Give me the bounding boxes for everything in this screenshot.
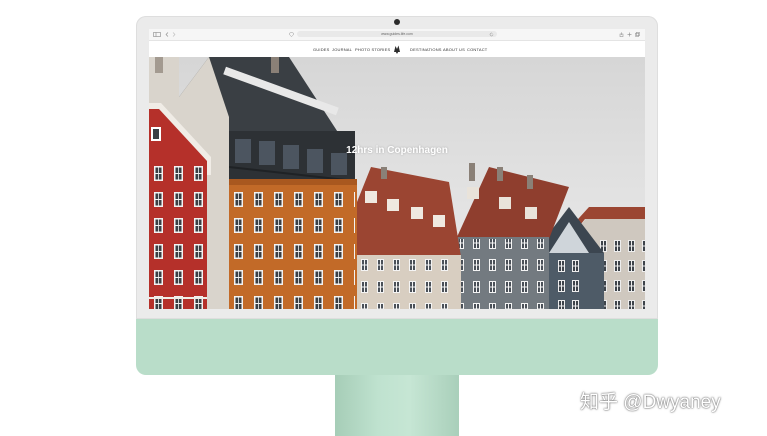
site-logo-icon[interactable] [392,44,402,54]
imac-chin [136,319,658,375]
share-icon[interactable] [619,32,624,37]
nav-link-photo-stories[interactable]: PHOTO STORIES [355,47,390,52]
hero-title: 12hrs in Copenhagen [346,145,448,156]
site-navigation: GUIDES JOURNAL PHOTO STORIES DESTINATION… [149,41,645,57]
copenhagen-houses-illustration [149,57,645,309]
shield-icon [289,32,294,37]
house-beige [355,167,461,309]
sidebar-icon[interactable] [153,32,161,37]
imac-stand [335,375,459,436]
imac-screen: www.guides.life.com GUIDES JOURNAL PHOTO [149,29,645,309]
reload-icon[interactable] [489,32,494,37]
nav-link-journal[interactable]: JOURNAL [332,47,352,52]
browser-toolbar: www.guides.life.com [149,29,645,41]
url-bar[interactable]: www.guides.life.com [297,31,497,37]
forward-icon[interactable] [172,32,176,37]
hero-image: 12hrs in Copenhagen [149,57,645,309]
url-text: www.guides.life.com [381,32,413,36]
nav-link-destinations[interactable]: DESTINATIONS [410,47,442,52]
back-icon[interactable] [165,32,169,37]
nav-link-contact[interactable]: CONTACT [467,47,487,52]
nav-link-about-us[interactable]: ABOUT US [443,47,465,52]
nav-link-guides[interactable]: GUIDES [313,47,330,52]
imac-mockup: www.guides.life.com GUIDES JOURNAL PHOTO [0,0,767,436]
watermark: 知乎 @Dwyaney [580,392,721,413]
tabs-icon[interactable] [635,32,640,37]
new-tab-icon[interactable] [627,32,632,37]
camera-icon [394,19,400,25]
